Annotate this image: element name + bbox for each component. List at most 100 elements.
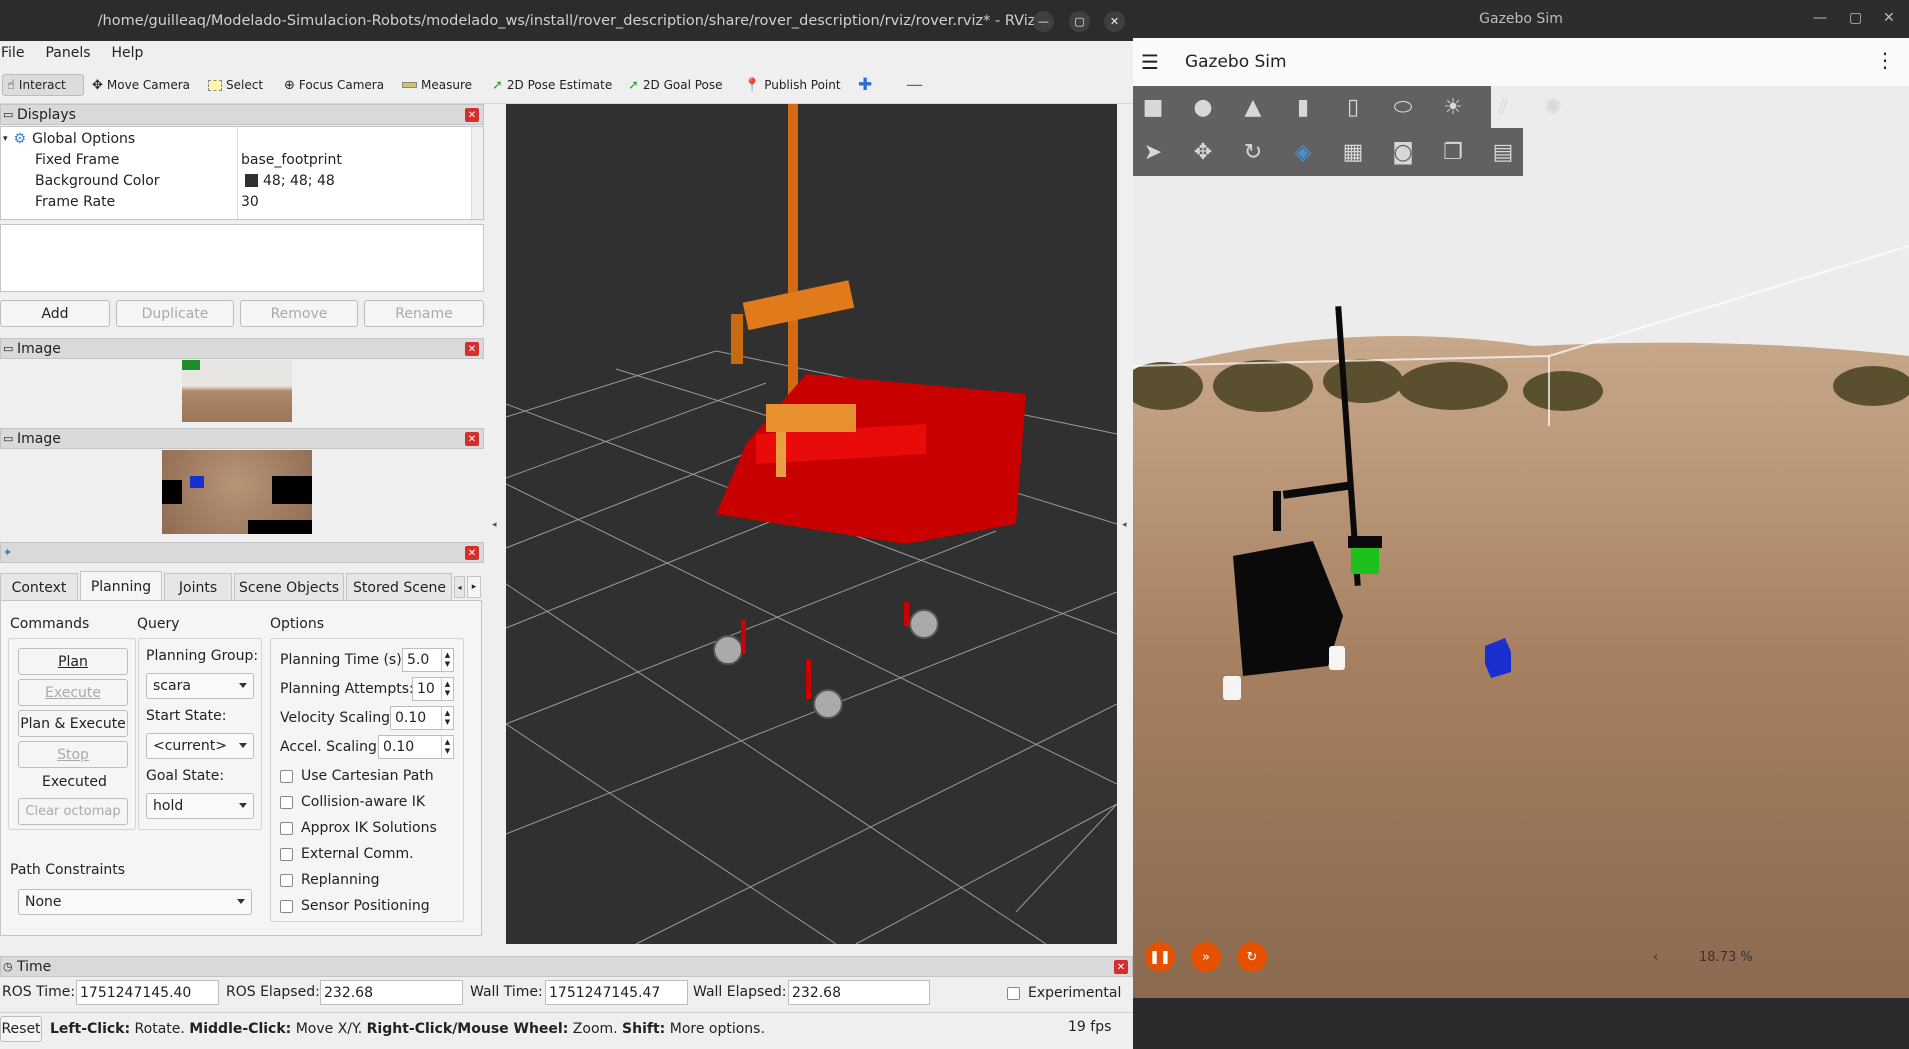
publish-point-tool[interactable]: 📍 Publish Point <box>744 74 841 96</box>
plan-execute-button[interactable]: Plan & Execute <box>18 710 128 737</box>
step-forward-button[interactable]: » <box>1191 942 1221 972</box>
menu-file[interactable]: File <box>1 45 24 61</box>
ros-time-field[interactable]: 1751247145.40 <box>76 980 219 1005</box>
menu-panels[interactable]: Panels <box>45 45 90 61</box>
spin-arrows-icon[interactable]: ▲ ▼ <box>441 736 453 758</box>
maximize-button[interactable]: ▢ <box>1069 11 1090 32</box>
planning-attempts-input[interactable]: 10 ▲ ▼ <box>412 677 454 701</box>
start-state-select[interactable]: <current> <box>146 733 254 759</box>
move-camera-tool[interactable]: ✥ Move Camera <box>92 74 190 96</box>
wall-time-field[interactable]: 1751247145.47 <box>545 980 688 1005</box>
spin-arrows-icon[interactable]: ▲ ▼ <box>441 707 453 729</box>
goal-arrow-icon: ➚ <box>628 77 639 93</box>
sun-light-icon[interactable]: ☀ <box>1433 87 1473 127</box>
grid-snap-icon[interactable]: ▦ <box>1333 132 1373 172</box>
paste-icon[interactable]: ▤ <box>1483 132 1523 172</box>
tab-stored-scene[interactable]: Stored Scene <box>346 573 452 601</box>
fixed-frame-value[interactable]: base_footprint <box>241 149 342 170</box>
close-motion-panel-icon[interactable]: ✕ <box>465 546 479 560</box>
ros-elapsed-field[interactable]: 232.68 <box>320 980 463 1005</box>
close-image-1-icon[interactable]: ✕ <box>465 342 479 356</box>
left-splitter-handle[interactable]: ◂ <box>492 520 497 530</box>
velocity-scaling-input[interactable]: 0.10 ▲ ▼ <box>390 706 454 730</box>
approx-ik-checkbox[interactable]: Approx IK Solutions <box>280 820 437 836</box>
rviz-3d-viewport[interactable] <box>506 104 1117 944</box>
remove-tool-icon[interactable]: — <box>906 74 923 96</box>
replanning-checkbox[interactable]: Replanning <box>280 872 379 888</box>
capsule-shape-icon[interactable]: ▯ <box>1333 87 1373 127</box>
add-tool-icon[interactable]: ✚ <box>858 74 872 96</box>
close-image-2-icon[interactable]: ✕ <box>465 432 479 446</box>
clock-icon: ◷ <box>3 960 13 973</box>
menu-help[interactable]: Help <box>112 45 144 61</box>
gazebo-3d-scene[interactable]: ■ ● ▲ ▮ ▯ ⬭ ☀ ⫽ ✺ ➤ ✥ ↻ ◈ ▦ ◙ ❐ ▤ ❚❚ » ↻… <box>1133 86 1909 998</box>
rotate-icon[interactable]: ↻ <box>1233 132 1273 172</box>
right-splitter-handle[interactable]: ◂ <box>1122 520 1127 530</box>
more-options-icon[interactable]: ⋮ <box>1875 48 1895 72</box>
wall-elapsed-field[interactable]: 232.68 <box>788 980 930 1005</box>
path-constraints-select[interactable]: None <box>18 889 252 915</box>
tab-planning[interactable]: Planning <box>80 571 162 601</box>
select-cursor-icon[interactable]: ➤ <box>1133 132 1173 172</box>
ellipsoid-shape-icon[interactable]: ⬭ <box>1383 87 1423 127</box>
measure-tool[interactable]: Measure <box>402 74 472 96</box>
copy-icon[interactable]: ❐ <box>1433 132 1473 172</box>
goal-state-select[interactable]: hold <box>146 793 254 819</box>
spin-arrows-icon[interactable]: ▲ ▼ <box>441 649 453 671</box>
sensor-positioning-checkbox[interactable]: Sensor Positioning <box>280 898 430 914</box>
accel-scaling-input[interactable]: 0.10 ▲ ▼ <box>378 735 454 759</box>
minimize-button[interactable]: — <box>1033 11 1054 32</box>
tab-scroll-left-icon[interactable]: ◂ <box>454 576 465 598</box>
interact-tool[interactable]: ☝ Interact <box>2 74 84 96</box>
goal-pose-tool[interactable]: ➚ 2D Goal Pose <box>628 74 723 96</box>
stop-button[interactable]: Stop <box>18 741 128 768</box>
camera-icon[interactable]: ◙ <box>1383 132 1423 172</box>
gz-maximize-icon[interactable]: ▢ <box>1849 10 1862 26</box>
close-button[interactable]: ✕ <box>1104 11 1125 32</box>
collision-aware-ik-checkbox[interactable]: Collision-aware IK <box>280 794 425 810</box>
transform-icon[interactable]: ◈ <box>1283 132 1323 172</box>
tab-scene-objects[interactable]: Scene Objects <box>234 573 344 601</box>
reset-button[interactable]: Reset <box>0 1016 42 1042</box>
pose-estimate-tool[interactable]: ➚ 2D Pose Estimate <box>492 74 612 96</box>
gz-minimize-icon[interactable]: — <box>1813 10 1827 26</box>
translate-icon[interactable]: ✥ <box>1183 132 1223 172</box>
select-tool[interactable]: Select <box>208 74 263 96</box>
external-comm-checkbox[interactable]: External Comm. <box>280 846 414 862</box>
planning-group-select[interactable]: scara <box>146 673 254 699</box>
pause-button[interactable]: ❚❚ <box>1145 942 1175 972</box>
close-time-panel-icon[interactable]: ✕ <box>1114 960 1128 974</box>
remove-button[interactable]: Remove <box>240 300 358 327</box>
menu-bar: File Panels Help <box>0 41 1133 65</box>
box-shape-icon[interactable]: ■ <box>1133 87 1173 127</box>
rename-button[interactable]: Rename <box>364 300 484 327</box>
move-camera-icon: ✥ <box>92 77 103 93</box>
cylinder-shape-icon[interactable]: ▮ <box>1283 87 1323 127</box>
background-color-value[interactable]: 48; 48; 48 <box>245 170 335 191</box>
plan-button[interactable]: Plan <box>18 648 128 675</box>
tab-joints[interactable]: Joints <box>164 573 232 601</box>
spot-light-icon[interactable]: ✺ <box>1533 87 1573 127</box>
hamburger-menu-icon[interactable]: ☰ <box>1141 50 1159 74</box>
tab-context[interactable]: Context <box>0 573 78 601</box>
planning-time-input[interactable]: 5.0 ▲ ▼ <box>402 648 454 672</box>
frame-rate-value[interactable]: 30 <box>241 191 259 212</box>
focus-camera-tool[interactable]: ⊕ Focus Camera <box>284 74 384 96</box>
use-cartesian-path-checkbox[interactable]: Use Cartesian Path <box>280 768 434 784</box>
global-options-row[interactable]: ▾ ⚙ Global Options <box>3 128 135 149</box>
tab-scroll-right-icon[interactable]: ▸ <box>467 576 481 598</box>
execute-button[interactable]: Execute <box>18 679 128 706</box>
sphere-shape-icon[interactable]: ● <box>1183 87 1223 127</box>
displays-scrollbar[interactable] <box>471 127 483 219</box>
spin-arrows-icon[interactable]: ▲ ▼ <box>441 678 453 700</box>
close-displays-icon[interactable]: ✕ <box>465 108 479 122</box>
rtf-collapse-icon[interactable]: ‹ <box>1653 950 1658 965</box>
cone-shape-icon[interactable]: ▲ <box>1233 87 1273 127</box>
reset-simulation-button[interactable]: ↻ <box>1237 942 1267 972</box>
directional-light-icon[interactable]: ⫽ <box>1483 87 1523 127</box>
clear-octomap-button[interactable]: Clear octomap <box>18 798 128 825</box>
gz-close-icon[interactable]: ✕ <box>1883 10 1895 26</box>
experimental-checkbox[interactable]: Experimental <box>1007 985 1121 1001</box>
add-button[interactable]: Add <box>0 300 110 327</box>
duplicate-button[interactable]: Duplicate <box>116 300 234 327</box>
